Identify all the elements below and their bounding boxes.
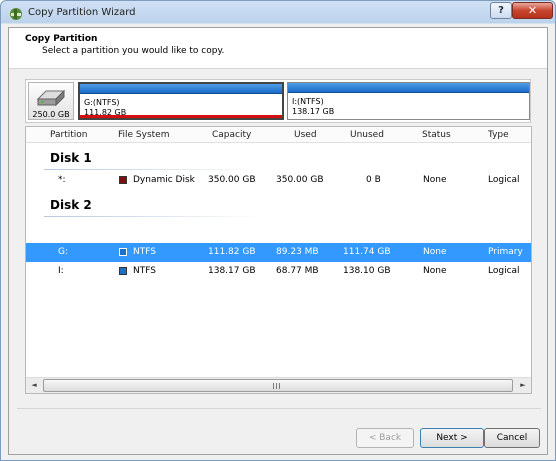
close-button[interactable]: ✕ <box>512 2 553 19</box>
cell-unused: 138.10 GB <box>343 266 391 276</box>
help-button[interactable]: ? <box>490 2 512 19</box>
partition-tile-name: I:(NTFS) <box>292 97 324 106</box>
column-header-partition[interactable]: Partition <box>50 130 88 140</box>
cell-used: 89.23 MB <box>276 247 319 257</box>
back-button[interactable]: < Back <box>356 428 414 448</box>
partition-usage-bar <box>288 83 529 93</box>
title-bar[interactable]: Copy Partition Wizard ? ✕ <box>1 1 555 26</box>
wizard-header: Copy Partition Select a partition you wo… <box>9 28 547 69</box>
cell-capacity: 111.82 GB <box>208 247 256 257</box>
scrollbar-grip-icon <box>273 383 281 389</box>
table-row[interactable]: I: NTFS 138.17 GB 68.77 MB 138.10 GB Non… <box>26 262 531 281</box>
cell-partition: G: <box>58 247 69 257</box>
cell-unused: 0 B <box>366 175 381 185</box>
disk-2-cell[interactable]: 250.0 GB <box>28 82 74 120</box>
table-row[interactable]: *: Dynamic Disk 350.00 GB 350.00 GB 0 B … <box>26 171 531 190</box>
cell-used: 350.00 GB <box>276 175 324 185</box>
partition-tile-g[interactable]: G:(NTFS) 111.82 GB <box>78 82 284 120</box>
wizard-body: Copy Partition Select a partition you wo… <box>8 27 548 455</box>
table-header: Partition File System Capacity Used Unus… <box>26 127 531 143</box>
hard-disk-icon <box>36 89 66 107</box>
cell-type: Primary <box>488 247 523 257</box>
cell-status: None <box>423 266 447 276</box>
column-header-type[interactable]: Type <box>488 130 509 140</box>
cancel-button[interactable]: Cancel <box>484 428 540 448</box>
page-subtitle: Select a partition you would like to cop… <box>42 46 225 56</box>
scroll-right-icon[interactable]: ► <box>515 378 531 393</box>
column-header-unused[interactable]: Unused <box>350 130 384 140</box>
disk-map: 250.0 GB G:(NTFS) 111.82 GB I:(NTFS) 138… <box>25 79 531 123</box>
partition-tile-name: G:(NTFS) <box>84 98 120 107</box>
partition-tile-i[interactable]: I:(NTFS) 138.17 GB <box>287 82 530 120</box>
cell-used: 68.77 MB <box>276 266 319 276</box>
disk-group-title: Disk 1 <box>50 151 92 165</box>
cell-type: Logical <box>488 175 520 185</box>
cell-partition: I: <box>58 266 64 276</box>
file-system-color-swatch <box>119 176 127 184</box>
cell-file-system: NTFS <box>133 266 156 276</box>
partition-tile-size: 138.17 GB <box>292 107 335 116</box>
cell-partition: *: <box>58 175 66 185</box>
cell-status: None <box>423 247 447 257</box>
partition-table: Partition File System Capacity Used Unus… <box>25 126 532 394</box>
cell-unused: 111.74 GB <box>343 247 391 257</box>
group-divider <box>44 216 266 217</box>
scrollbar-thumb[interactable] <box>43 379 513 392</box>
column-header-used[interactable]: Used <box>294 130 317 140</box>
column-header-capacity[interactable]: Capacity <box>212 130 251 140</box>
group-divider <box>44 169 266 170</box>
scroll-left-icon[interactable]: ◄ <box>26 378 42 393</box>
column-header-status[interactable]: Status <box>422 130 451 140</box>
disk-size-label: 250.0 GB <box>32 110 70 119</box>
disk-group-title: Disk 2 <box>50 198 92 212</box>
cell-capacity: 138.17 GB <box>208 266 256 276</box>
cell-status: None <box>423 175 447 185</box>
copy-partition-wizard-window: Copy Partition Wizard ? ✕ Copy Partition… <box>0 0 556 461</box>
file-system-color-swatch <box>119 248 127 256</box>
cell-type: Logical <box>488 266 520 276</box>
cell-file-system: Dynamic Disk <box>133 175 195 185</box>
cell-file-system: NTFS <box>133 247 156 257</box>
cell-capacity: 350.00 GB <box>208 175 256 185</box>
window-title: Copy Partition Wizard <box>28 7 136 18</box>
partition-wizard-icon <box>10 8 22 20</box>
horizontal-scrollbar[interactable]: ◄ ► <box>26 377 531 393</box>
next-button[interactable]: Next > <box>420 428 484 448</box>
table-row-selected[interactable]: G: NTFS 111.82 GB 89.23 MB 111.74 GB Non… <box>26 243 531 262</box>
page-title: Copy Partition <box>25 34 98 44</box>
column-header-file-system[interactable]: File System <box>118 130 169 140</box>
selection-indicator <box>80 115 282 118</box>
file-system-color-swatch <box>119 267 127 275</box>
partition-usage-bar <box>80 84 282 94</box>
footer-divider <box>17 408 541 409</box>
